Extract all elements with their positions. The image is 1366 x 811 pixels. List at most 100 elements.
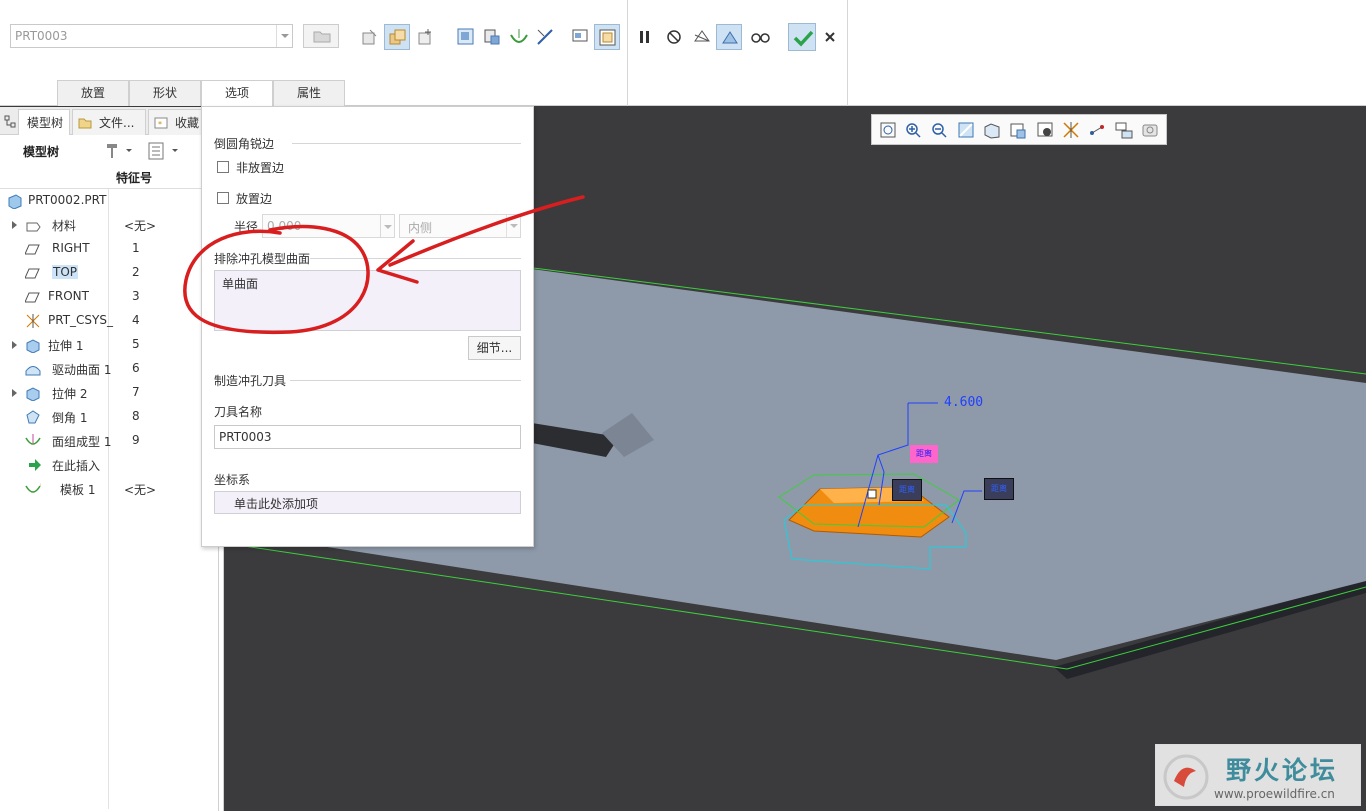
punch-model-combo[interactable]: PRT0003	[10, 24, 293, 48]
expand-arrow-icon[interactable]	[12, 341, 21, 349]
csys-icon	[26, 314, 40, 328]
template-icon: *	[25, 482, 41, 493]
tab-folder-label: 文件...	[99, 116, 135, 130]
tree-item-front[interactable]: FRONT 3	[0, 285, 218, 309]
dimension-value[interactable]: 4.600	[944, 395, 983, 410]
display-window-button[interactable]	[594, 24, 620, 50]
tab-placement[interactable]: 放置	[57, 80, 129, 106]
pause-button[interactable]	[632, 24, 658, 50]
tree-item-label: 在此插入	[52, 459, 101, 473]
radius-value: 0.000	[267, 219, 302, 233]
placement-edges-checkbox[interactable]	[217, 192, 229, 204]
repaint-icon[interactable]	[957, 121, 975, 139]
form-icon	[25, 434, 41, 445]
drag-handle[interactable]	[867, 489, 877, 499]
glasses-view-button[interactable]	[747, 24, 773, 50]
section-divider	[290, 380, 521, 381]
distance-tag-dark[interactable]: 距离	[984, 478, 1014, 500]
tree-structure-icon	[4, 115, 16, 128]
zoom-in-icon[interactable]	[904, 121, 922, 139]
placement-edges-label: 放置边	[236, 192, 273, 206]
radius-dropdown-arrow[interactable]	[381, 214, 395, 238]
tree-item-label: FRONT	[48, 289, 89, 303]
open-file-button[interactable]	[303, 24, 339, 48]
verify-preview-button[interactable]	[716, 24, 742, 50]
annotation-display-icon[interactable]	[1115, 121, 1133, 139]
no-entry-icon	[667, 30, 681, 44]
reference-assembly-button[interactable]	[479, 24, 505, 50]
tree-root[interactable]: PRT0002.PRT	[0, 189, 218, 213]
zoom-out-icon[interactable]	[930, 121, 948, 139]
tree-item-form[interactable]: 面组成型 1 9	[0, 429, 218, 453]
insert-arrow-icon	[29, 459, 41, 471]
preview-geometry-icon	[694, 30, 710, 42]
tab-favorites-label: 收藏	[175, 116, 200, 130]
cancel-button[interactable]	[817, 24, 843, 50]
view-manager-icon[interactable]	[1036, 121, 1054, 139]
confirm-button[interactable]	[788, 23, 816, 51]
tab-properties[interactable]: 属性	[273, 80, 345, 106]
tree-item-top[interactable]: TOP 2	[0, 261, 218, 285]
form-tool-button[interactable]	[506, 24, 532, 50]
punch-side-button[interactable]	[384, 24, 410, 50]
chevron-down-icon[interactable]	[276, 25, 292, 47]
tree-item-label: 倒角 1	[52, 411, 88, 425]
feature-number: 1	[132, 241, 140, 255]
feature-number: <无>	[124, 219, 157, 233]
folder-icon	[78, 118, 92, 129]
no-preview-button[interactable]	[661, 24, 687, 50]
punch-tool-heading: 制造冲孔刀具	[214, 374, 287, 388]
csys-collector[interactable]: 单击此处添加项	[214, 491, 521, 514]
tree-item-insert-here[interactable]: 在此插入	[0, 453, 218, 477]
forum-watermark: 野火论坛 www.proewildfire.cn	[1155, 744, 1361, 806]
refit-icon[interactable]	[879, 121, 897, 139]
tree-item-extrude-2[interactable]: 拉伸 2 7	[0, 381, 218, 405]
distance-tag-dark[interactable]: 距离	[892, 479, 922, 501]
saved-orientations-icon[interactable]	[1009, 121, 1027, 139]
simulation-display-icon[interactable]	[1141, 121, 1159, 139]
expand-arrow-icon[interactable]	[12, 221, 21, 229]
radius-input[interactable]: 0.000	[262, 214, 381, 238]
details-button[interactable]: 细节...	[468, 336, 521, 360]
datum-display-icon[interactable]	[1062, 121, 1080, 139]
tree-item-extrude-1[interactable]: 拉伸 1 5	[0, 333, 218, 357]
tab-model-tree[interactable]: 模型树	[18, 109, 70, 135]
reference-part-button[interactable]	[453, 24, 479, 50]
model-tree-panel: 模型树 文件... * 收藏 模型树 特征号 PRT0002.PRT 材料 <无…	[0, 107, 224, 811]
reference-edge-button[interactable]	[532, 24, 558, 50]
tab-options[interactable]: 选项	[201, 80, 273, 107]
datum-plane-icon	[25, 244, 40, 255]
display-style-icon[interactable]	[983, 121, 1001, 139]
non-placement-edges-checkbox[interactable]	[217, 161, 229, 173]
preview-geometry-button[interactable]	[689, 24, 715, 50]
fillet-side-value: 内侧	[408, 221, 433, 235]
tree-item-right[interactable]: RIGHT 1	[0, 237, 218, 261]
tree-item-csys[interactable]: PRT_CSYS_ 4	[0, 309, 218, 333]
mirror-button[interactable]	[357, 24, 383, 50]
feature-number: 6	[132, 361, 140, 375]
expand-arrow-icon[interactable]	[12, 389, 21, 397]
tab-folder-browser[interactable]: 文件...	[72, 109, 146, 135]
feature-id-column[interactable]: 特征号	[116, 169, 152, 186]
extrude-icon	[26, 339, 40, 353]
flip-button[interactable]	[413, 24, 439, 50]
fillet-side-select[interactable]: 内侧	[399, 214, 521, 238]
chamfer-icon	[26, 410, 40, 424]
distance-tag-pink[interactable]: 距离	[910, 445, 938, 463]
tool-name-input[interactable]: PRT0003	[214, 425, 521, 449]
tree-item-material[interactable]: 材料 <无>	[0, 213, 218, 237]
spin-center-icon[interactable]	[1088, 121, 1106, 139]
chevron-down-icon[interactable]	[506, 215, 520, 237]
tab-shape[interactable]: 形状	[129, 80, 201, 106]
navigator-tabs: 模型树 文件... * 收藏	[0, 107, 224, 135]
tree-item-drive-surface[interactable]: 驱动曲面 1 6	[0, 357, 218, 381]
feature-number: 3	[132, 289, 140, 303]
tree-item-label: PRT_CSYS_	[48, 313, 113, 327]
excluded-surfaces-collector[interactable]: 单曲面	[214, 270, 521, 331]
tree-item-chamfer[interactable]: 倒角 1 8	[0, 405, 218, 429]
tree-filters-icon[interactable]	[148, 141, 184, 161]
tree-settings-icon[interactable]	[104, 141, 132, 161]
display-part-button[interactable]	[567, 24, 593, 50]
excluded-surface-item[interactable]: 单曲面	[222, 275, 258, 292]
tree-item-template[interactable]: * 模板 1 <无>	[0, 477, 218, 501]
